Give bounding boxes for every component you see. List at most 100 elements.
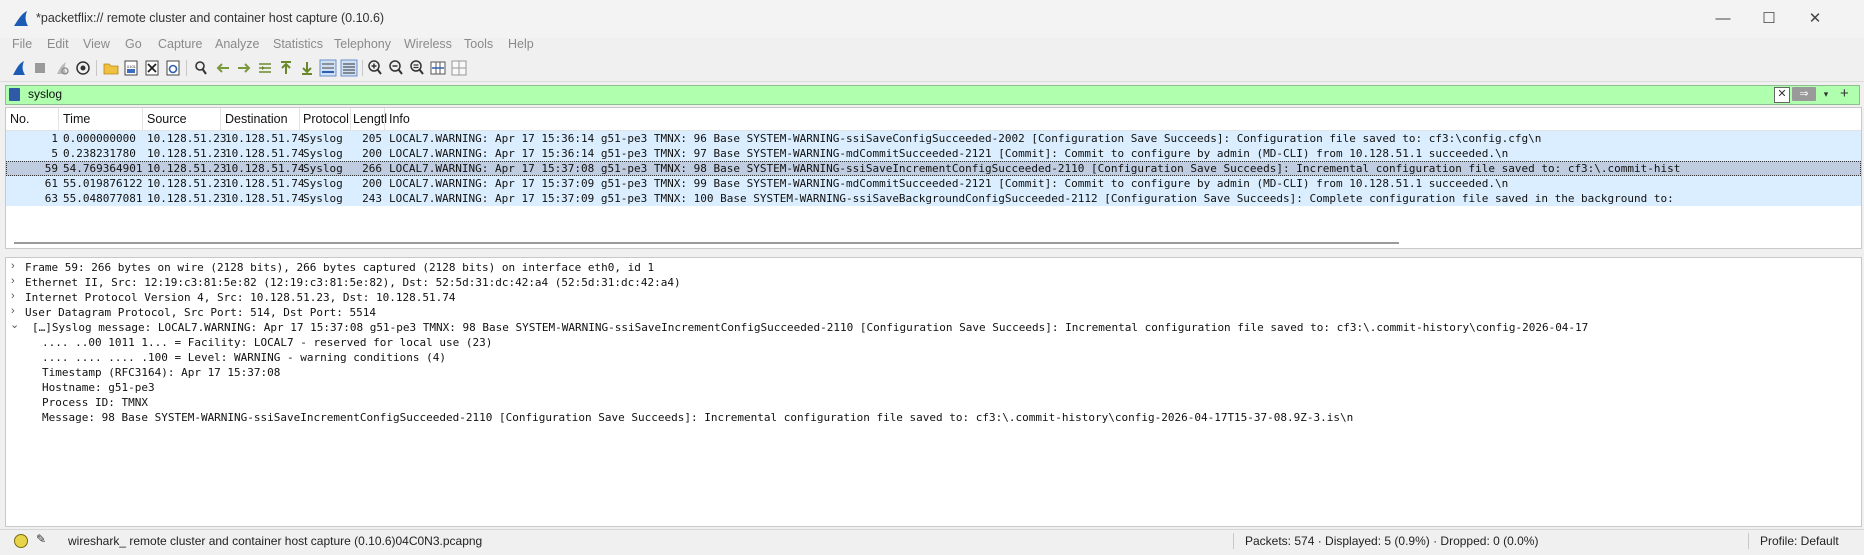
display-filter-bar: syslog ✕ ⇒ ▾ + <box>5 85 1860 105</box>
column-header-destination[interactable]: Destination <box>225 112 288 126</box>
tree-item-process-id[interactable]: Process ID: TMNX <box>42 396 148 409</box>
menu-view[interactable]: View <box>83 37 110 51</box>
svg-text:0101: 0101 <box>127 64 137 69</box>
expand-arrow-icon[interactable]: › <box>11 275 15 287</box>
expand-arrow-icon[interactable]: › <box>11 260 15 272</box>
tree-item-level[interactable]: .... .... .... .100 = Level: WARNING - w… <box>42 351 446 364</box>
zoom-normal-icon[interactable] <box>408 59 426 77</box>
menu-tools[interactable]: Tools <box>464 37 493 51</box>
status-divider <box>1748 533 1749 549</box>
packet-row[interactable]: 61 55.019876122 10.128.51.23 10.128.51.7… <box>6 176 1861 191</box>
add-filter-button[interactable]: + <box>1840 85 1849 102</box>
column-header-no[interactable]: No. <box>10 112 29 126</box>
collapse-arrow-icon[interactable]: ⌄ <box>10 318 19 331</box>
tree-item-ipv4[interactable]: Internet Protocol Version 4, Src: 10.128… <box>25 291 455 304</box>
zoom-in-icon[interactable] <box>366 59 384 77</box>
save-file-icon[interactable]: 0101 <box>122 59 140 77</box>
minimize-button[interactable]: — <box>1700 4 1746 34</box>
cell-time: 55.019876122 <box>63 177 143 190</box>
auto-scroll-icon[interactable] <box>319 59 337 77</box>
menu-wireless[interactable]: Wireless <box>404 37 452 51</box>
apply-filter-button[interactable]: ⇒ <box>1792 87 1816 101</box>
capture-options-icon[interactable] <box>74 59 92 77</box>
menu-go[interactable]: Go <box>125 37 142 51</box>
column-divider[interactable] <box>384 108 385 130</box>
cell-protocol: Syslog <box>303 162 343 175</box>
expand-arrow-icon[interactable]: › <box>11 305 15 317</box>
clear-filter-button[interactable]: ✕ <box>1774 87 1790 103</box>
main-toolbar: 0101 <box>0 57 1864 82</box>
column-header-protocol[interactable]: Protocol <box>303 112 349 126</box>
packet-row[interactable]: 1 0.000000000 10.128.51.23 10.128.51.74 … <box>6 131 1861 146</box>
cell-source: 10.128.51.23 <box>147 162 227 175</box>
column-divider[interactable] <box>350 108 351 130</box>
status-divider <box>1233 533 1234 549</box>
tree-item-timestamp[interactable]: Timestamp (RFC3164): Apr 17 15:37:08 <box>42 366 280 379</box>
stop-capture-icon[interactable] <box>31 59 49 77</box>
menu-file[interactable]: File <box>12 37 32 51</box>
display-filter-input[interactable]: syslog <box>28 87 62 101</box>
expert-info-indicator-icon[interactable] <box>14 534 28 548</box>
tree-item-message[interactable]: Message: 98 Base SYSTEM-WARNING-ssiSaveI… <box>42 411 1353 424</box>
menu-telephony[interactable]: Telephony <box>334 37 391 51</box>
cell-length: 243 <box>362 192 382 205</box>
column-divider[interactable] <box>58 108 59 130</box>
packet-row[interactable]: 5 0.238231780 10.128.51.23 10.128.51.74 … <box>6 146 1861 161</box>
maximize-button[interactable]: ☐ <box>1746 4 1792 34</box>
column-header-info[interactable]: Info <box>389 112 410 126</box>
tree-item-hostname[interactable]: Hostname: g51-pe3 <box>42 381 155 394</box>
start-capture-icon[interactable] <box>10 59 28 77</box>
packet-row-selected[interactable]: 59 54.769364901 10.128.51.23 10.128.51.7… <box>6 161 1861 176</box>
tree-item-ethernet[interactable]: Ethernet II, Src: 12:19:c3:81:5e:82 (12:… <box>25 276 681 289</box>
restart-capture-icon[interactable] <box>53 59 71 77</box>
menu-statistics[interactable]: Statistics <box>273 37 323 51</box>
cell-info: LOCAL7.WARNING: Apr 17 15:37:08 g51-pe3 … <box>389 162 1681 175</box>
menu-analyze[interactable]: Analyze <box>215 37 259 51</box>
go-to-packet-icon[interactable] <box>256 59 274 77</box>
cell-time: 0.238231780 <box>63 147 136 160</box>
layout-panes-icon[interactable] <box>450 59 468 77</box>
filter-history-dropdown[interactable]: ▾ <box>1820 87 1832 101</box>
cell-destination: 10.128.51.74 <box>225 177 305 190</box>
column-header-time[interactable]: Time <box>63 112 90 126</box>
column-header-source[interactable]: Source <box>147 112 187 126</box>
column-divider[interactable] <box>299 108 300 130</box>
cell-info: LOCAL7.WARNING: Apr 17 15:37:09 g51-pe3 … <box>389 192 1674 205</box>
tree-item-frame[interactable]: Frame 59: 266 bytes on wire (2128 bits),… <box>25 261 654 274</box>
open-file-icon[interactable] <box>102 59 120 77</box>
cell-no: 1 <box>51 132 58 145</box>
go-last-packet-icon[interactable] <box>298 59 316 77</box>
resize-columns-icon[interactable] <box>429 59 447 77</box>
find-packet-icon[interactable] <box>192 59 210 77</box>
expand-arrow-icon[interactable]: › <box>11 290 15 302</box>
menu-help[interactable]: Help <box>508 37 534 51</box>
column-divider[interactable] <box>142 108 143 130</box>
profile-selector[interactable]: Profile: Default <box>1760 534 1839 548</box>
menu-capture[interactable]: Capture <box>158 37 202 51</box>
capture-comment-icon[interactable]: ✎ <box>36 532 46 546</box>
packet-count-status: Packets: 574 · Displayed: 5 (0.9%) · Dro… <box>1245 534 1539 548</box>
go-forward-icon[interactable] <box>235 59 253 77</box>
cell-info: LOCAL7.WARNING: Apr 17 15:36:14 g51-pe3 … <box>389 132 1542 145</box>
colorize-icon[interactable] <box>340 59 358 77</box>
cell-no: 63 <box>44 192 58 205</box>
go-back-icon[interactable] <box>214 59 232 77</box>
tree-item-facility[interactable]: .... ..00 1011 1... = Facility: LOCAL7 -… <box>42 336 492 349</box>
close-button[interactable]: ✕ <box>1792 4 1838 34</box>
tree-item-syslog[interactable]: […]Syslog message: LOCAL7.WARNING: Apr 1… <box>32 321 1588 334</box>
tree-item-udp[interactable]: User Datagram Protocol, Src Port: 514, D… <box>25 306 376 319</box>
column-divider[interactable] <box>220 108 221 130</box>
packet-list: No. Time Source Destination Protocol Len… <box>5 107 1862 249</box>
close-file-icon[interactable] <box>143 59 161 77</box>
menu-edit[interactable]: Edit <box>47 37 69 51</box>
menu-bar: File Edit View Go Capture Analyze Statis… <box>0 36 1864 56</box>
zoom-out-icon[interactable] <box>387 59 405 77</box>
cell-destination: 10.128.51.74 <box>225 147 305 160</box>
title-bar: *packetflix:// remote cluster and contai… <box>0 0 1864 38</box>
bookmark-icon[interactable] <box>9 88 20 101</box>
horizontal-scrollbar[interactable] <box>14 242 1399 244</box>
column-header-length[interactable]: Lengtl <box>353 112 387 126</box>
reload-file-icon[interactable] <box>164 59 182 77</box>
go-first-packet-icon[interactable] <box>277 59 295 77</box>
packet-row[interactable]: 63 55.048077081 10.128.51.23 10.128.51.7… <box>6 191 1861 206</box>
